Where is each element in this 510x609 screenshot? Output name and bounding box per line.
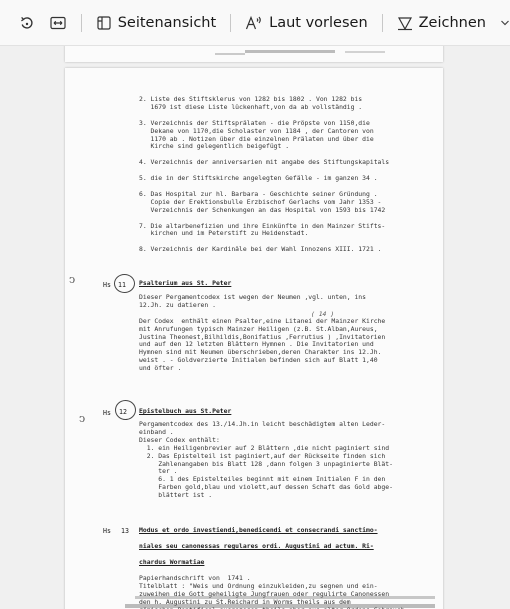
toolbar-divider xyxy=(381,13,383,32)
toolbar-divider xyxy=(80,13,82,32)
list-items-2-8: 2. Liste des Stiftsklerus von 1282 bis 1… xyxy=(139,95,390,254)
scan-noise xyxy=(125,596,435,608)
scan-mark: ↄ xyxy=(79,412,86,425)
draw-button[interactable]: Zeichnen xyxy=(393,8,490,38)
entry-13-tag: Hs xyxy=(103,527,111,535)
document-viewer[interactable]: 2. Liste des Stiftsklerus von 1282 bis 1… xyxy=(0,46,510,609)
page-view-button[interactable]: Seitenansicht xyxy=(92,8,220,38)
fit-page-icon[interactable] xyxy=(45,10,70,36)
page-view-icon xyxy=(97,15,111,30)
toolbar-divider xyxy=(230,13,232,32)
entry-11-number: 11 xyxy=(118,281,126,289)
entry-13-number: 13 xyxy=(121,527,129,535)
entry-13-title-line-3: chardus Wormatiae xyxy=(139,558,205,566)
previous-page xyxy=(65,46,443,62)
entry-11-title: Psalterium aus St. Peter xyxy=(139,279,232,287)
entry-11-handwritten-note: ( 14 ) xyxy=(311,310,335,318)
read-aloud-button[interactable]: Laut vorlesen xyxy=(241,8,371,38)
entry-12-body: Pergamentcodex des 13./14.Jh.in leicht b… xyxy=(139,420,393,500)
draw-icon xyxy=(397,16,412,30)
pdf-toolbar: Seitenansicht Laut vorlesen Zeichnen xyxy=(0,0,510,46)
read-aloud-label: Laut vorlesen xyxy=(269,14,368,31)
entry-13-title-line-2: niales seu canonessas regulares ordi. Au… xyxy=(139,542,374,550)
draw-label: Zeichnen xyxy=(418,14,486,31)
document-page: 2. Liste des Stiftsklerus von 1282 bis 1… xyxy=(65,68,443,609)
entry-12-tag: Hs xyxy=(103,409,111,417)
entry-11-body: Dieser Pergamentcodex ist wegen der Neum… xyxy=(139,293,386,373)
read-aloud-icon xyxy=(246,15,262,29)
scan-mark: ↄ xyxy=(69,273,76,286)
scan-noise xyxy=(215,50,385,55)
rotate-icon[interactable] xyxy=(14,10,39,36)
entry-12-title: Epistelbuch aus St.Peter xyxy=(139,407,232,415)
page-view-label: Seitenansicht xyxy=(117,14,217,31)
entry-12-number: 12 xyxy=(119,408,127,416)
entry-13-title-line-1: Modus et ordo investiendi,benedicendi et… xyxy=(139,526,378,534)
chevron-down-icon[interactable] xyxy=(500,19,510,27)
entry-11-tag: Hs xyxy=(103,281,111,289)
